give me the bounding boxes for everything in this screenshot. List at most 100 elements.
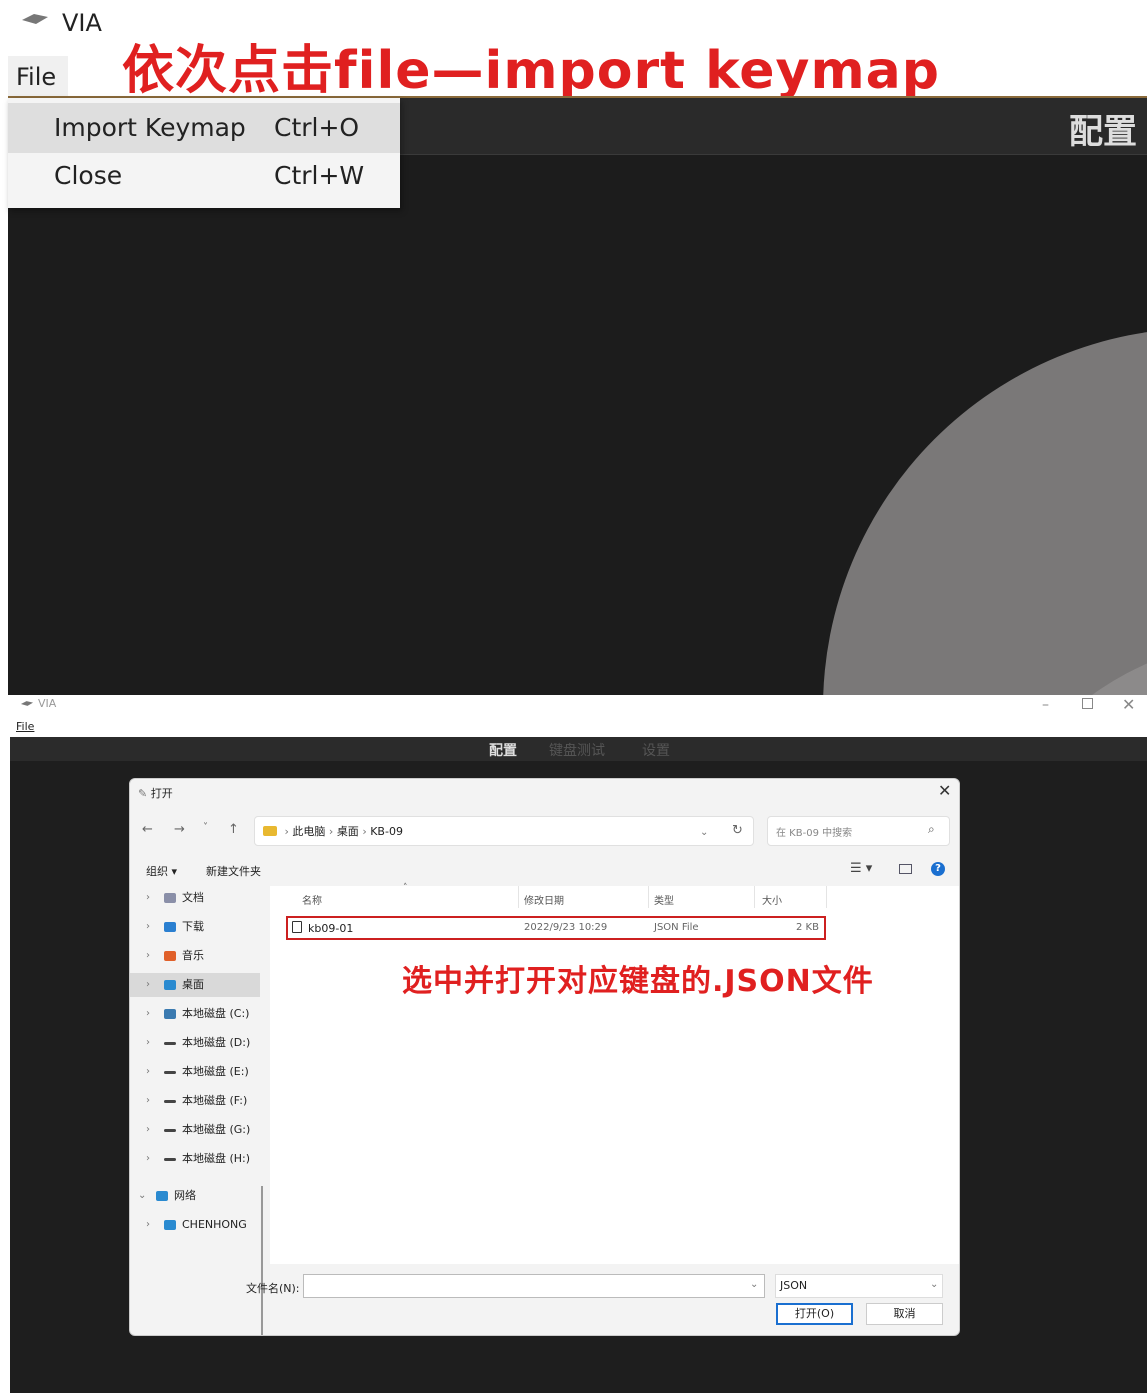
breadcrumb-item[interactable]: 此电脑 [292, 825, 325, 838]
column-divider [518, 886, 519, 908]
sidebar-item[interactable]: › CHENHONG [130, 1213, 260, 1237]
refresh-icon[interactable]: ↻ [732, 823, 743, 838]
file-size: 2 KB [796, 922, 819, 933]
document-icon [164, 893, 176, 903]
minimize-icon[interactable]: – [1042, 697, 1049, 713]
sidebar-item[interactable]: › 音乐 [130, 944, 260, 968]
breadcrumb-item[interactable]: KB-09 [370, 825, 403, 838]
keyboard-icon [22, 14, 48, 24]
sidebar-item-label: 本地磁盘 (D:) [182, 1036, 251, 1049]
cancel-button[interactable]: 取消 [866, 1303, 943, 1325]
close-icon[interactable]: ✕ [1122, 695, 1135, 714]
chevron-right-icon[interactable]: › [146, 1031, 150, 1055]
nav-bar: 配置 键盘测试 设置 [10, 737, 1147, 761]
header-title[interactable]: 配置 [1069, 104, 1137, 153]
file-type-value: JSON [780, 1279, 808, 1292]
file-type: JSON File [654, 922, 699, 933]
column-divider [754, 886, 755, 908]
column-header-size[interactable]: 大小 [762, 892, 782, 907]
help-icon[interactable]: ? [931, 862, 945, 876]
keyboard-icon [20, 701, 34, 706]
file-row[interactable]: kb09-01 2022/9/23 10:29 JSON File 2 KB [286, 916, 826, 940]
file-menu[interactable]: File [8, 56, 68, 96]
sidebar-item[interactable]: › 桌面 [130, 973, 260, 997]
network-icon [156, 1191, 168, 1201]
decorative-circle [823, 328, 1147, 695]
column-divider [826, 886, 827, 908]
preview-pane-icon[interactable] [899, 864, 912, 874]
sidebar-item-label: 下载 [182, 920, 204, 933]
dialog-toolbar: 组织 ▾ 新建文件夹 ☰ ▾ ? [130, 855, 959, 883]
dialog-title: ✎ 打开 [138, 785, 173, 801]
sidebar-item[interactable]: ⌄ 网络 [130, 1184, 260, 1208]
menu-item-import-keymap[interactable]: Import Keymap Ctrl+O [8, 103, 400, 153]
chevron-right-icon[interactable]: › [146, 1118, 150, 1142]
organize-button[interactable]: 组织 ▾ [146, 863, 177, 879]
drive-icon [164, 1129, 176, 1132]
sidebar-item[interactable]: › 本地磁盘 (E:) [130, 1060, 260, 1084]
file-menu[interactable]: File [16, 720, 34, 733]
file-dropdown-menu: Import Keymap Ctrl+O Close Ctrl+W [8, 98, 400, 208]
chevron-right-icon[interactable]: › [146, 1147, 150, 1171]
chevron-right-icon[interactable]: › [146, 1060, 150, 1084]
forward-icon[interactable]: → [174, 822, 185, 837]
address-bar[interactable]: › 此电脑 › 桌面 › KB-09 [254, 816, 754, 846]
drive-icon [164, 1071, 176, 1074]
top-via-window: VIA File 依次点击file—import keymap 配置 Impor… [0, 0, 1147, 695]
chevron-right-icon[interactable]: › [146, 886, 150, 910]
menu-item-shortcut: Ctrl+O [274, 113, 360, 142]
sidebar-item[interactable]: › 文档 [130, 886, 260, 910]
title-bar: VIA File – ✕ [10, 695, 1147, 737]
back-icon[interactable]: ← [142, 822, 153, 837]
chevron-down-icon[interactable]: ⌄ [750, 1279, 758, 1290]
column-header-name[interactable]: 名称 [302, 892, 322, 907]
search-input[interactable]: 在 KB-09 中搜索 ⌕ [767, 816, 950, 846]
instruction-annotation: 依次点击file—import keymap [122, 41, 940, 101]
sidebar-item[interactable]: › 本地磁盘 (H:) [130, 1147, 260, 1171]
tab-settings[interactable]: 设置 [642, 740, 670, 760]
tab-configure[interactable]: 配置 [489, 740, 517, 760]
sidebar-item-label: 桌面 [182, 978, 204, 991]
chevron-right-icon[interactable]: › [146, 973, 150, 997]
column-header-date[interactable]: 修改日期 [524, 892, 564, 907]
chevron-right-icon[interactable]: › [146, 915, 150, 939]
sidebar-item[interactable]: › 本地磁盘 (C:) [130, 1002, 260, 1026]
file-list: 名称 ˄ 修改日期 类型 大小 kb09-01 2022/9/23 10:29 … [270, 883, 959, 1264]
sidebar-item-label: 文档 [182, 891, 204, 904]
dialog-title-text: 打开 [150, 787, 173, 800]
filename-input[interactable] [303, 1274, 765, 1298]
scrollbar[interactable] [261, 1186, 263, 1335]
search-placeholder: 在 KB-09 中搜索 [776, 828, 853, 839]
drive-icon [164, 1042, 176, 1045]
breadcrumb: › 此电脑 › 桌面 › KB-09 [263, 823, 403, 839]
column-header-type[interactable]: 类型 [654, 892, 674, 907]
menu-item-close[interactable]: Close Ctrl+W [8, 151, 400, 201]
chevron-down-icon[interactable]: ⌄ [700, 827, 708, 838]
file-type-select[interactable]: JSON ⌄ [775, 1274, 943, 1298]
sidebar-item-label: 本地磁盘 (C:) [182, 1007, 250, 1020]
maximize-icon[interactable] [1082, 698, 1093, 709]
sidebar-item-label: 本地磁盘 (F:) [182, 1094, 248, 1107]
sidebar-item[interactable]: › 下载 [130, 915, 260, 939]
sidebar-item[interactable]: › 本地磁盘 (F:) [130, 1089, 260, 1113]
chevron-right-icon[interactable]: › [146, 1089, 150, 1113]
chevron-down-icon[interactable]: ⌄ [138, 1184, 146, 1208]
breadcrumb-item[interactable]: 桌面 [337, 825, 359, 838]
up-icon[interactable]: ↑ [228, 822, 239, 837]
file-name: kb09-01 [308, 922, 354, 935]
view-options-icon[interactable]: ☰ ▾ [850, 861, 872, 876]
open-file-dialog: ✎ 打开 ✕ ← → ˅ ↑ › 此电脑 › 桌面 › KB-09 ⌄ ↻ 在 … [129, 778, 960, 1336]
tab-key-tester[interactable]: 键盘测试 [549, 740, 605, 760]
download-icon [164, 922, 176, 932]
computer-icon [164, 1220, 176, 1230]
chevron-right-icon[interactable]: › [146, 1002, 150, 1026]
open-button[interactable]: 打开(O) [776, 1303, 853, 1325]
recent-locations-icon[interactable]: ˅ [203, 822, 208, 833]
close-icon[interactable]: ✕ [938, 781, 951, 800]
filename-label: 文件名(N): [246, 1282, 300, 1295]
sidebar-item[interactable]: › 本地磁盘 (D:) [130, 1031, 260, 1055]
chevron-right-icon[interactable]: › [146, 944, 150, 968]
sidebar-item[interactable]: › 本地磁盘 (G:) [130, 1118, 260, 1142]
new-folder-button[interactable]: 新建文件夹 [206, 863, 261, 879]
chevron-right-icon[interactable]: › [146, 1213, 150, 1237]
